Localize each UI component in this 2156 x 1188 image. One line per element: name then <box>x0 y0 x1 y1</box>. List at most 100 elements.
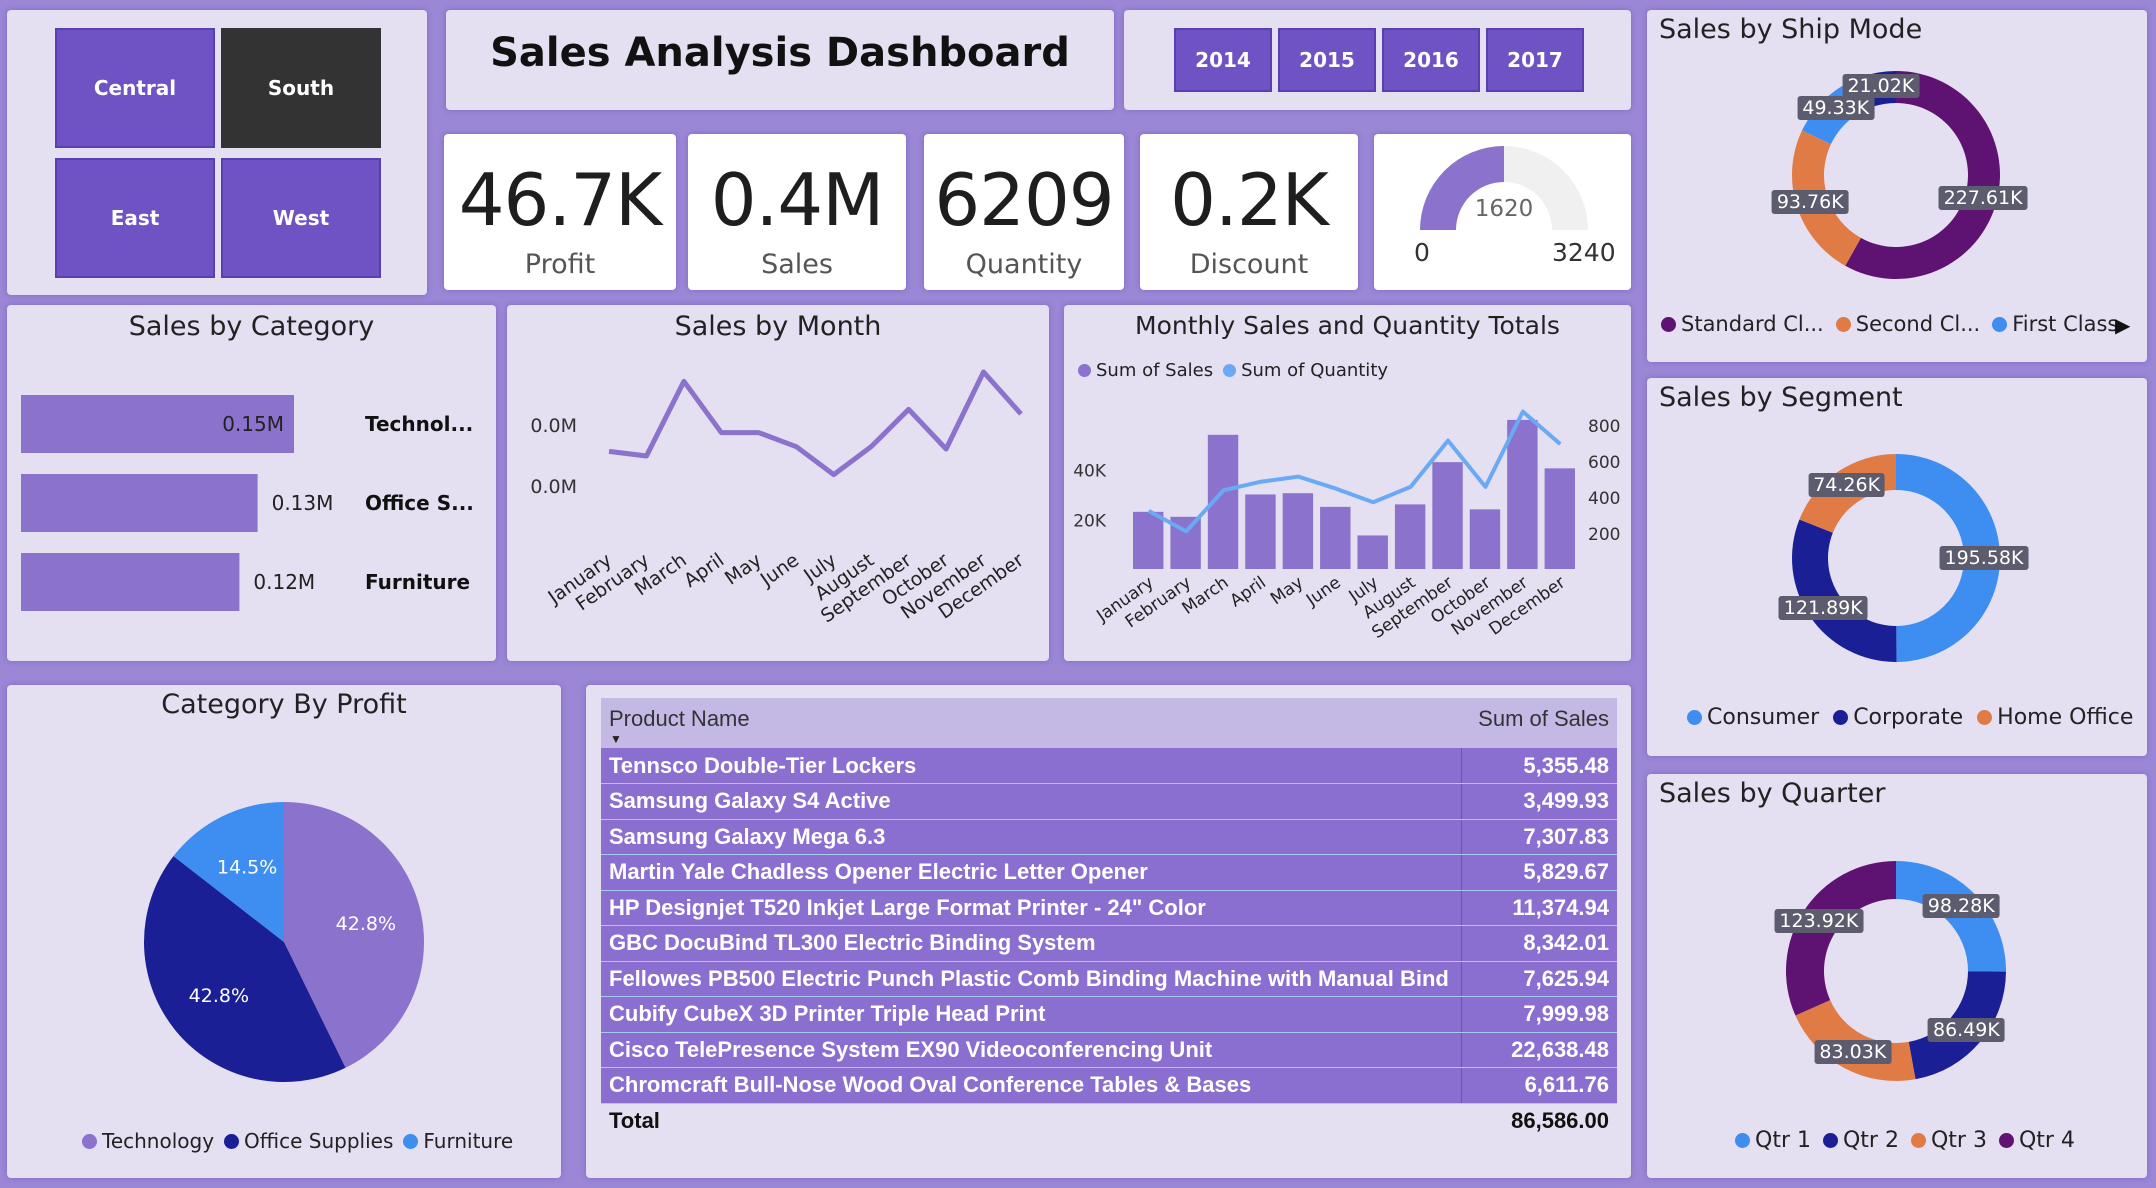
product-name-cell: Cisco TelePresence System EX90 Videoconf… <box>601 1032 1461 1068</box>
table-row[interactable]: Tennsco Double-Tier Lockers 5,355.48 <box>601 748 1617 784</box>
sales-by-category-card: Sales by Category 0.15M Technol... 0.13M Of… <box>7 305 496 661</box>
table-row[interactable]: GBC DocuBind TL300 Electric Binding Syst… <box>601 925 1617 962</box>
sales-line <box>608 369 1023 478</box>
year-button-2015[interactable]: 2015 <box>1278 28 1376 92</box>
x-tick-label: May <box>1267 573 1307 610</box>
column-header-sum-of-sales[interactable]: Sum of Sales <box>1461 698 1617 748</box>
data-label: 0.12M <box>253 570 315 594</box>
slice-label: 42.8% <box>336 913 396 935</box>
table-row[interactable]: Chromcraft Bull-Nose Wood Oval Conferenc… <box>601 1067 1617 1104</box>
legend-item-second-class[interactable]: Second Cl... <box>1835 312 1980 336</box>
donut-data-label: 83.03K <box>1814 1040 1892 1065</box>
sales-cell: 6,611.76 <box>1460 1067 1617 1104</box>
donut-data-label: 195.58K <box>1939 545 2029 570</box>
y-right-tick-label: 400 <box>1588 489 1620 509</box>
y-right-tick-label: 800 <box>1588 417 1620 437</box>
monthly-totals-card: Monthly Sales and Quantity Totals Sum of… <box>1064 305 1631 661</box>
region-button-central[interactable]: Central <box>55 28 215 148</box>
total-label: Total <box>601 1103 1461 1139</box>
gauge-value-label: 1620 <box>1474 196 1534 222</box>
category-label: Technol... <box>365 412 473 436</box>
kpi-card-sales: 0.4M Sales <box>688 134 906 290</box>
sort-down-icon[interactable]: ▼ <box>610 732 622 746</box>
ship-mode-card: Sales by Ship Mode 227.61K 93.76K 49.33K 21… <box>1647 10 2147 362</box>
legend-item-technology[interactable]: Technology <box>82 1129 214 1153</box>
legend-item-home-office[interactable]: Home Office <box>1977 705 2133 730</box>
category-label: Furniture <box>365 570 470 594</box>
slice-label: 42.8% <box>189 985 249 1007</box>
sales-cell: 22,638.48 <box>1460 1032 1617 1068</box>
legend-item-qtr-4[interactable]: Qtr 4 <box>1998 1128 2075 1153</box>
region-button-east[interactable]: East <box>55 158 215 278</box>
legend-item-standard-class[interactable]: Standard Cl... <box>1661 312 1824 336</box>
year-button-2016[interactable]: 2016 <box>1382 28 1480 92</box>
legend-item-qtr-1[interactable]: Qtr 1 <box>1735 1128 1811 1153</box>
gauge-max-label: 3240 <box>1552 238 1616 267</box>
table-row[interactable]: Samsung Galaxy S4 Active 3,499.93 <box>601 783 1617 820</box>
y-right-tick-label: 600 <box>1588 453 1620 473</box>
column-header-product-name[interactable]: Product Name ▼ <box>601 698 1461 748</box>
category-bar <box>21 474 258 532</box>
region-button-west[interactable]: West <box>221 158 381 278</box>
page-title: Sales Analysis Dashboard <box>490 30 1070 76</box>
month-line-chart: 0.0M0.0MJanuaryFebruaryMarchAprilMayJune… <box>530 369 1028 627</box>
product-name-cell: Martin Yale Chadless Opener Electric Let… <box>601 854 1461 891</box>
table-row[interactable]: Cisco TelePresence System EX90 Videoconf… <box>601 1032 1617 1068</box>
product-name-cell: Samsung Galaxy S4 Active <box>601 783 1461 820</box>
sales-bar <box>1245 494 1276 569</box>
data-label: 0.15M <box>222 412 284 436</box>
legend-item-qtr-2[interactable]: Qtr 2 <box>1822 1128 1899 1153</box>
kpi-label: Quantity <box>965 249 1083 280</box>
region-slicer-card: Central South East West <box>7 10 427 295</box>
kpi-card-profit: 46.7K Profit <box>444 134 676 290</box>
sales-bar <box>1357 535 1388 569</box>
sales-bar <box>1282 493 1314 569</box>
sales-bar <box>1394 504 1426 569</box>
gauge-min-label: 0 <box>1414 238 1430 267</box>
table-row[interactable]: HP Designjet T520 Inkjet Large Format Pr… <box>601 890 1617 926</box>
y-tick-label: 0.0M <box>530 415 577 437</box>
segment-donut <box>1792 454 2000 662</box>
donut-slice <box>1786 861 1896 1016</box>
table-total-row: Total 86,586.00 <box>601 1103 1617 1139</box>
table-row[interactable]: Cubify CubeX 3D Printer Triple Head Prin… <box>601 996 1617 1033</box>
table-row[interactable]: Fellowes PB500 Electric Punch Plastic Co… <box>601 961 1617 997</box>
legend-item-office-supplies[interactable]: Office Supplies <box>224 1129 393 1153</box>
product-name-cell: Cubify CubeX 3D Printer Triple Head Prin… <box>601 996 1461 1033</box>
year-button-2017[interactable]: 2017 <box>1486 28 1584 92</box>
donut-data-label: 98.28K <box>1922 894 2000 919</box>
sales-cell: 5,355.48 <box>1460 748 1617 784</box>
product-name-cell: HP Designjet T520 Inkjet Large Format Pr… <box>601 890 1461 926</box>
kpi-value: 6209 <box>934 158 1114 242</box>
legend-item-consumer[interactable]: Consumer <box>1687 705 1819 730</box>
category-bar <box>21 553 240 611</box>
legend-item-corporate[interactable]: Corporate <box>1833 705 1963 730</box>
kpi-label: Profit <box>524 249 596 280</box>
legend-item-qtr-3[interactable]: Qtr 3 <box>1910 1128 1987 1153</box>
year-button-2014[interactable]: 2014 <box>1174 28 1272 92</box>
kpi-value: 0.2K <box>1170 158 1329 242</box>
donut-slice <box>1792 519 1897 662</box>
y-left-tick-label: 20K <box>1073 511 1107 531</box>
product-name-cell: Tennsco Double-Tier Lockers <box>601 748 1461 784</box>
sales-cell: 7,307.83 <box>1460 819 1617 855</box>
donut-data-label: 93.76K <box>1771 190 1849 215</box>
quarter-donut <box>1786 861 2006 1081</box>
donut-data-label: 74.26K <box>1808 473 1886 498</box>
category-label: Office S... <box>365 491 474 515</box>
x-tick-label: June <box>1302 573 1345 611</box>
legend-item-furniture[interactable]: Furniture <box>403 1129 513 1153</box>
sales-cell: 7,625.94 <box>1460 961 1617 997</box>
product-name-cell: GBC DocuBind TL300 Electric Binding Syst… <box>601 925 1461 962</box>
sales-cell: 11,374.94 <box>1460 890 1617 926</box>
sales-cell: 3,499.93 <box>1460 783 1617 820</box>
table-row[interactable]: Samsung Galaxy Mega 6.3 7,307.83 <box>601 819 1617 855</box>
table-row[interactable]: Martin Yale Chadless Opener Electric Let… <box>601 854 1617 891</box>
donut-data-label: 49.33K <box>1797 96 1875 121</box>
legend-item-first-class[interactable]: First Class <box>1992 312 2118 336</box>
chart-legend: Qtr 1 Qtr 2 Qtr 3 Qtr 4 <box>1735 1128 2075 1153</box>
legend-next-arrow-icon[interactable]: ▶ <box>2115 313 2130 337</box>
data-label: 0.13M <box>272 491 334 515</box>
sales-bar <box>1133 511 1164 569</box>
region-button-south[interactable]: South <box>221 28 381 148</box>
